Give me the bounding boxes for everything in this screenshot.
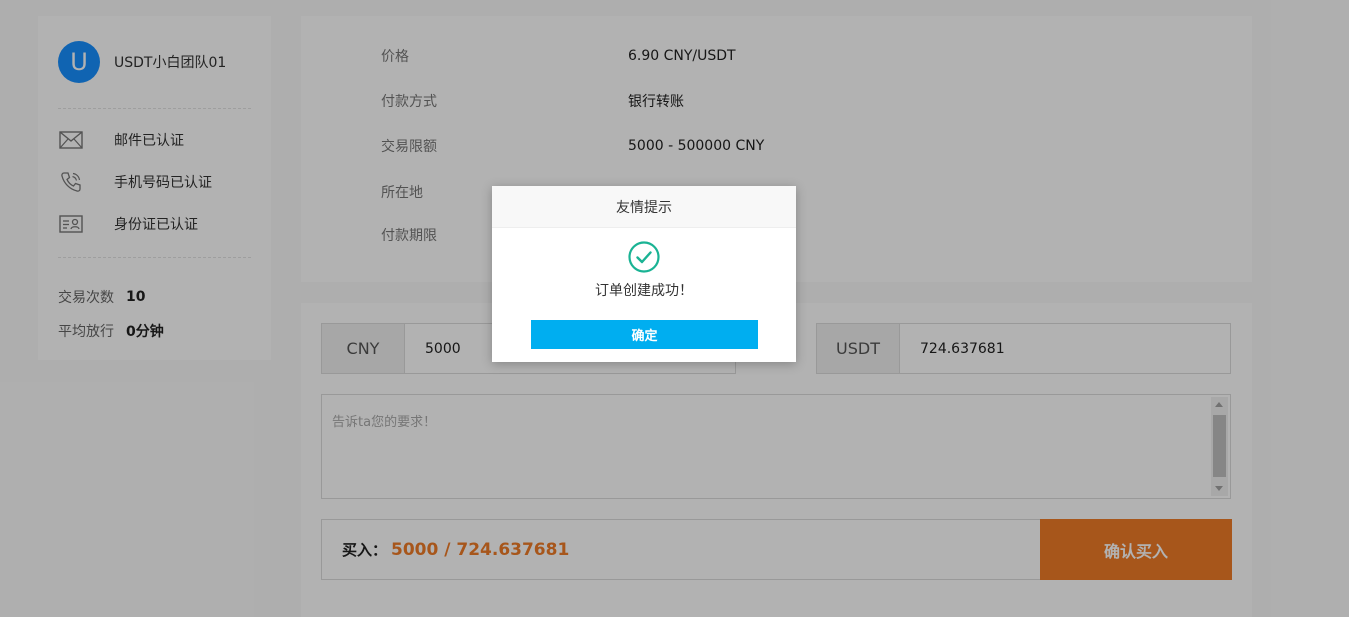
dialog-message: 订单创建成功！ (595, 283, 693, 299)
dialog-ok-button[interactable]: 确定 (531, 320, 758, 349)
dialog-title: 友情提示 (492, 186, 796, 228)
check-circle-icon (627, 240, 661, 274)
page: U USDT小白团队01 邮件已认证 手机号码已认证 身份证已认证 交易次数 1… (0, 0, 1349, 617)
success-dialog: 友情提示 订单创建成功！ 确定 (492, 186, 796, 362)
